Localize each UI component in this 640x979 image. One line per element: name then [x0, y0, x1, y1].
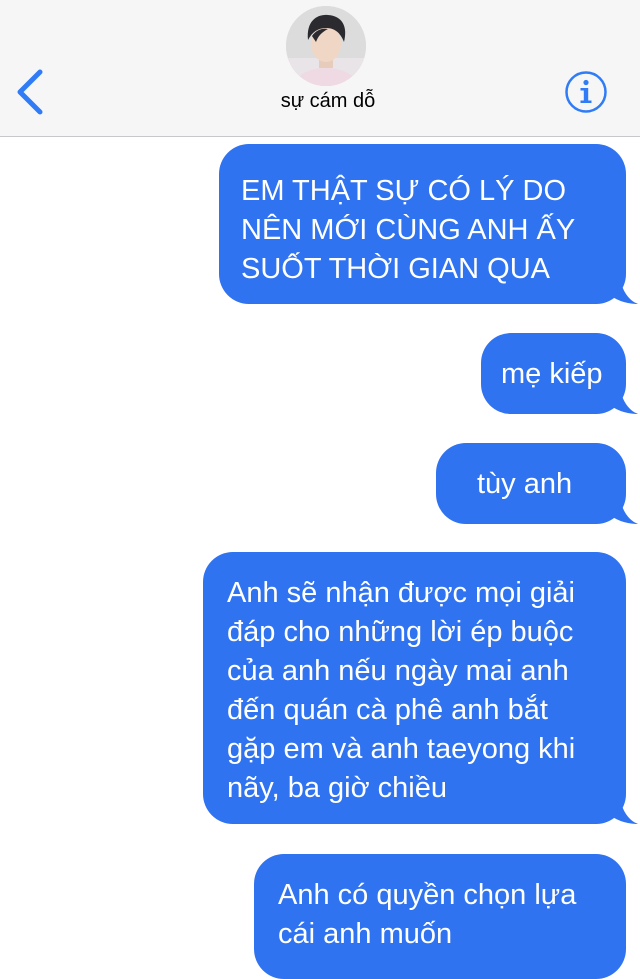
message-bubble-outgoing[interactable]: EM THẬT SỰ CÓ LÝ DO NÊN MỚI CÙNG ANH ẤY …	[219, 144, 638, 304]
info-icon	[565, 71, 607, 113]
message-text: Anh sẽ nhận được mọi giải đáp cho những …	[227, 577, 576, 804]
conversation-header: sự cám dỗ	[0, 0, 640, 137]
message-text: EM THẬT SỰ CÓ LÝ DO NÊN MỚI CÙNG ANH ẤY …	[241, 175, 576, 285]
message-text: Anh có quyền chọn lựa cái anh muốn	[278, 879, 577, 950]
contact-name[interactable]: sự cám dỗ	[0, 90, 640, 113]
message-bubble-outgoing[interactable]: Anh có quyền chọn lựa cái anh muốn	[254, 854, 626, 979]
contact-avatar[interactable]	[286, 6, 366, 86]
message-text: tùy anh	[477, 468, 573, 500]
message-bubble-outgoing[interactable]: tùy anh	[436, 443, 638, 524]
bubble-tail	[608, 498, 638, 524]
bubble-tail	[608, 388, 638, 414]
message-bubble-outgoing[interactable]: Anh sẽ nhận được mọi giải đáp cho những …	[203, 552, 638, 824]
info-button[interactable]	[564, 70, 608, 114]
bubble-tail	[608, 798, 638, 824]
message-bubble-outgoing[interactable]: mẹ kiếp	[481, 333, 638, 414]
avatar-photo	[286, 6, 366, 86]
bubble-tail	[608, 278, 638, 304]
